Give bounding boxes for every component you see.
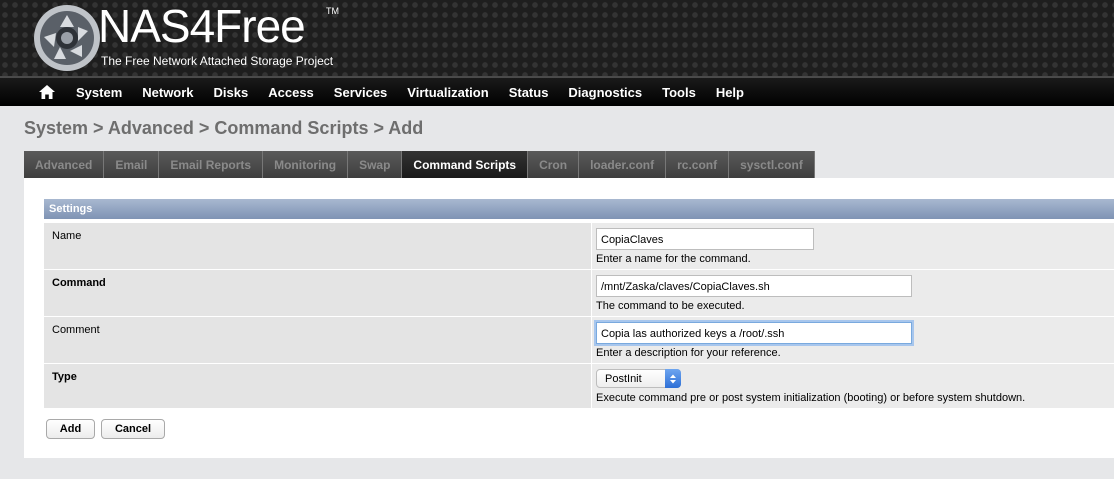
- nav-item-services[interactable]: Services: [334, 85, 388, 100]
- tab-advanced[interactable]: Advanced: [24, 151, 105, 178]
- name-field[interactable]: CopiaClaves: [596, 228, 814, 250]
- name-value-cell: CopiaClaves Enter a name for the command…: [592, 223, 1114, 269]
- tab-command-scripts[interactable]: Command Scripts: [402, 151, 529, 178]
- nav-item-network[interactable]: Network: [142, 85, 193, 100]
- type-value-cell: PostInit Execute command pre or post sys…: [592, 364, 1114, 408]
- add-button[interactable]: Add: [46, 419, 95, 439]
- tab-email[interactable]: Email: [104, 151, 160, 178]
- home-icon[interactable]: [34, 83, 60, 101]
- select-arrows-icon: [665, 369, 681, 388]
- comment-row: Comment Copia las authorized keys a /roo…: [44, 317, 1114, 364]
- command-hint: The command to be executed.: [596, 300, 745, 312]
- nav-item-access[interactable]: Access: [268, 85, 314, 100]
- type-label: Type: [44, 364, 591, 408]
- nav-item-help[interactable]: Help: [716, 85, 744, 100]
- nav-item-disks[interactable]: Disks: [214, 85, 249, 100]
- app-header: NAS4Free TM The Free Network Attached St…: [0, 0, 1114, 76]
- tab-monitoring[interactable]: Monitoring: [263, 151, 349, 178]
- nav-item-status[interactable]: Status: [509, 85, 549, 100]
- comment-field[interactable]: Copia las authorized keys a /root/.ssh: [596, 322, 912, 344]
- command-label: Command: [44, 270, 591, 316]
- tab-cron[interactable]: Cron: [528, 151, 580, 178]
- main-nav: System Network Disks Access Services Vir…: [0, 76, 1114, 106]
- content-panel: Settings Name CopiaClaves Enter a name f…: [24, 178, 1114, 458]
- nav-item-system[interactable]: System: [76, 85, 122, 100]
- nas4free-logo-icon: [34, 5, 100, 71]
- name-row: Name CopiaClaves Enter a name for the co…: [44, 223, 1114, 270]
- breadcrumb: System > Advanced > Command Scripts > Ad…: [24, 118, 424, 138]
- command-row: Command /mnt/Zaska/claves/CopiaClaves.sh…: [44, 270, 1114, 317]
- settings-header: Settings: [44, 199, 1114, 219]
- cancel-button[interactable]: Cancel: [101, 419, 165, 439]
- nav-item-diagnostics[interactable]: Diagnostics: [568, 85, 642, 100]
- tab-sysctl-conf[interactable]: sysctl.conf: [729, 151, 815, 178]
- nav-item-virtualization[interactable]: Virtualization: [407, 85, 488, 100]
- comment-hint: Enter a description for your reference.: [596, 347, 781, 359]
- type-select-value: PostInit: [605, 372, 642, 385]
- comment-value-cell: Copia las authorized keys a /root/.ssh E…: [592, 317, 1114, 363]
- tab-loader-conf[interactable]: loader.conf: [579, 151, 667, 178]
- nav-item-tools[interactable]: Tools: [662, 85, 696, 100]
- type-row: Type PostInit Execute command pre or pos…: [44, 364, 1114, 409]
- tagline: The Free Network Attached Storage Projec…: [101, 54, 334, 68]
- command-field[interactable]: /mnt/Zaska/claves/CopiaClaves.sh: [596, 275, 912, 297]
- comment-label: Comment: [44, 317, 591, 363]
- logo-text: NAS4Free: [98, 0, 306, 52]
- tab-rc-conf[interactable]: rc.conf: [666, 151, 730, 178]
- command-value-cell: /mnt/Zaska/claves/CopiaClaves.sh The com…: [592, 270, 1114, 316]
- type-select[interactable]: PostInit: [596, 369, 681, 388]
- type-hint: Execute command pre or post system initi…: [596, 392, 1026, 404]
- tab-bar: Advanced Email Email Reports Monitoring …: [24, 151, 815, 178]
- trademark: TM: [326, 6, 339, 16]
- name-hint: Enter a name for the command.: [596, 253, 751, 265]
- tab-swap[interactable]: Swap: [348, 151, 403, 178]
- name-label: Name: [44, 223, 591, 269]
- tab-email-reports[interactable]: Email Reports: [159, 151, 264, 178]
